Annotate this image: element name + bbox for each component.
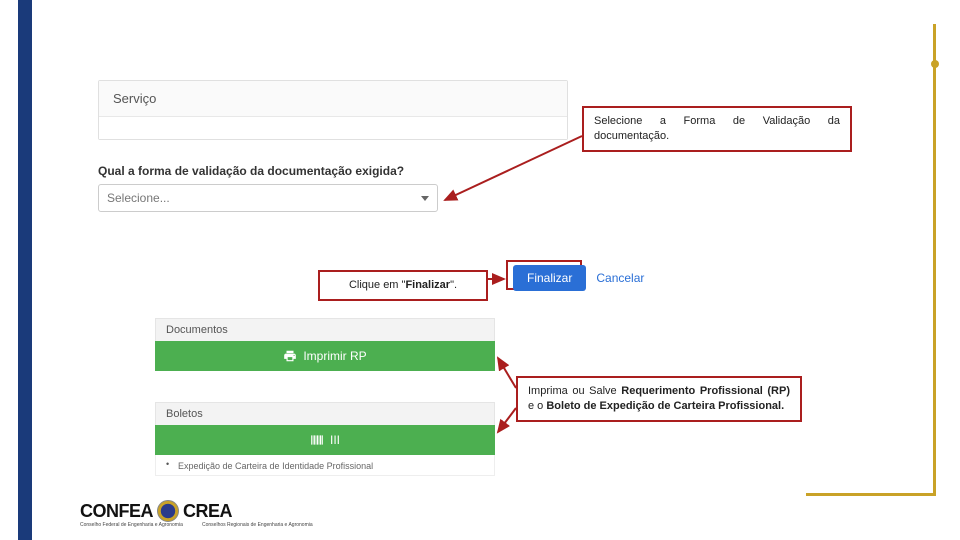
callout-validacao-text: Selecione a Forma de Validação da docume…	[594, 115, 840, 142]
print-icon	[283, 349, 297, 363]
servico-panel-header: Serviço	[99, 81, 567, 117]
callout-finalizar-bold: Finalizar	[405, 279, 450, 291]
callout-finalizar-pre: Clique em "	[349, 279, 405, 291]
validacao-select-placeholder: Selecione...	[107, 191, 170, 205]
imprimir-rp-label: Imprimir RP	[303, 349, 366, 363]
boletos-header: Boletos	[155, 402, 495, 425]
boleto-button-label: III	[330, 433, 340, 447]
validacao-question-label: Qual a forma de validação da documentaçã…	[98, 164, 458, 178]
barcode-icon	[310, 433, 324, 447]
validacao-block: Qual a forma de validação da documentaçã…	[98, 164, 458, 212]
footer-logos: CONFEA CREA Conselho Federal de Engenhar…	[80, 500, 232, 522]
servico-panel-body	[99, 117, 567, 139]
right-accent-bar-vertical	[933, 24, 936, 496]
crea-logo-text: CREA	[183, 501, 232, 522]
confea-logo-text: CONFEA	[80, 501, 153, 522]
c3-t2: e o	[528, 400, 546, 412]
servico-panel: Serviço	[98, 80, 568, 140]
c3-t1: Imprima ou Salve	[528, 385, 621, 397]
finalizar-button[interactable]: Finalizar	[513, 265, 586, 291]
emblem-icon	[157, 500, 179, 522]
left-accent-bar	[18, 0, 32, 540]
confea-subtitle: Conselho Federal de Engenharia e Agronom…	[80, 522, 183, 528]
callout-validacao: Selecione a Forma de Validação da docume…	[582, 106, 852, 152]
form-actions: Finalizar Cancelar	[513, 265, 648, 291]
right-accent-bar-horizontal	[806, 493, 936, 496]
documentos-header: Documentos	[155, 318, 495, 341]
accent-dot	[931, 60, 939, 68]
callout-finalizar-post: ".	[450, 279, 457, 291]
callout-finalizar: Clique em "Finalizar".	[318, 270, 488, 301]
validacao-select[interactable]: Selecione...	[98, 184, 438, 212]
documentos-section: Documentos Imprimir RP	[155, 318, 495, 371]
boleto-button[interactable]: III	[155, 425, 495, 455]
c3-b2: Boleto de Expedição de Carteira Profissi…	[546, 400, 784, 412]
imprimir-rp-button[interactable]: Imprimir RP	[155, 341, 495, 371]
cancelar-link[interactable]: Cancelar	[592, 265, 648, 291]
callout-imprima-salve: Imprima ou Salve Requerimento Profission…	[516, 376, 802, 422]
c3-b1: Requerimento Profissional (RP)	[621, 385, 790, 397]
chevron-down-icon	[421, 196, 429, 201]
boletos-section: Boletos III Expedição de Carteira de Ide…	[155, 402, 495, 476]
crea-subtitle: Conselhos Regionais de Engenharia e Agro…	[202, 522, 313, 528]
boleto-list-item: Expedição de Carteira de Identidade Prof…	[155, 455, 495, 476]
